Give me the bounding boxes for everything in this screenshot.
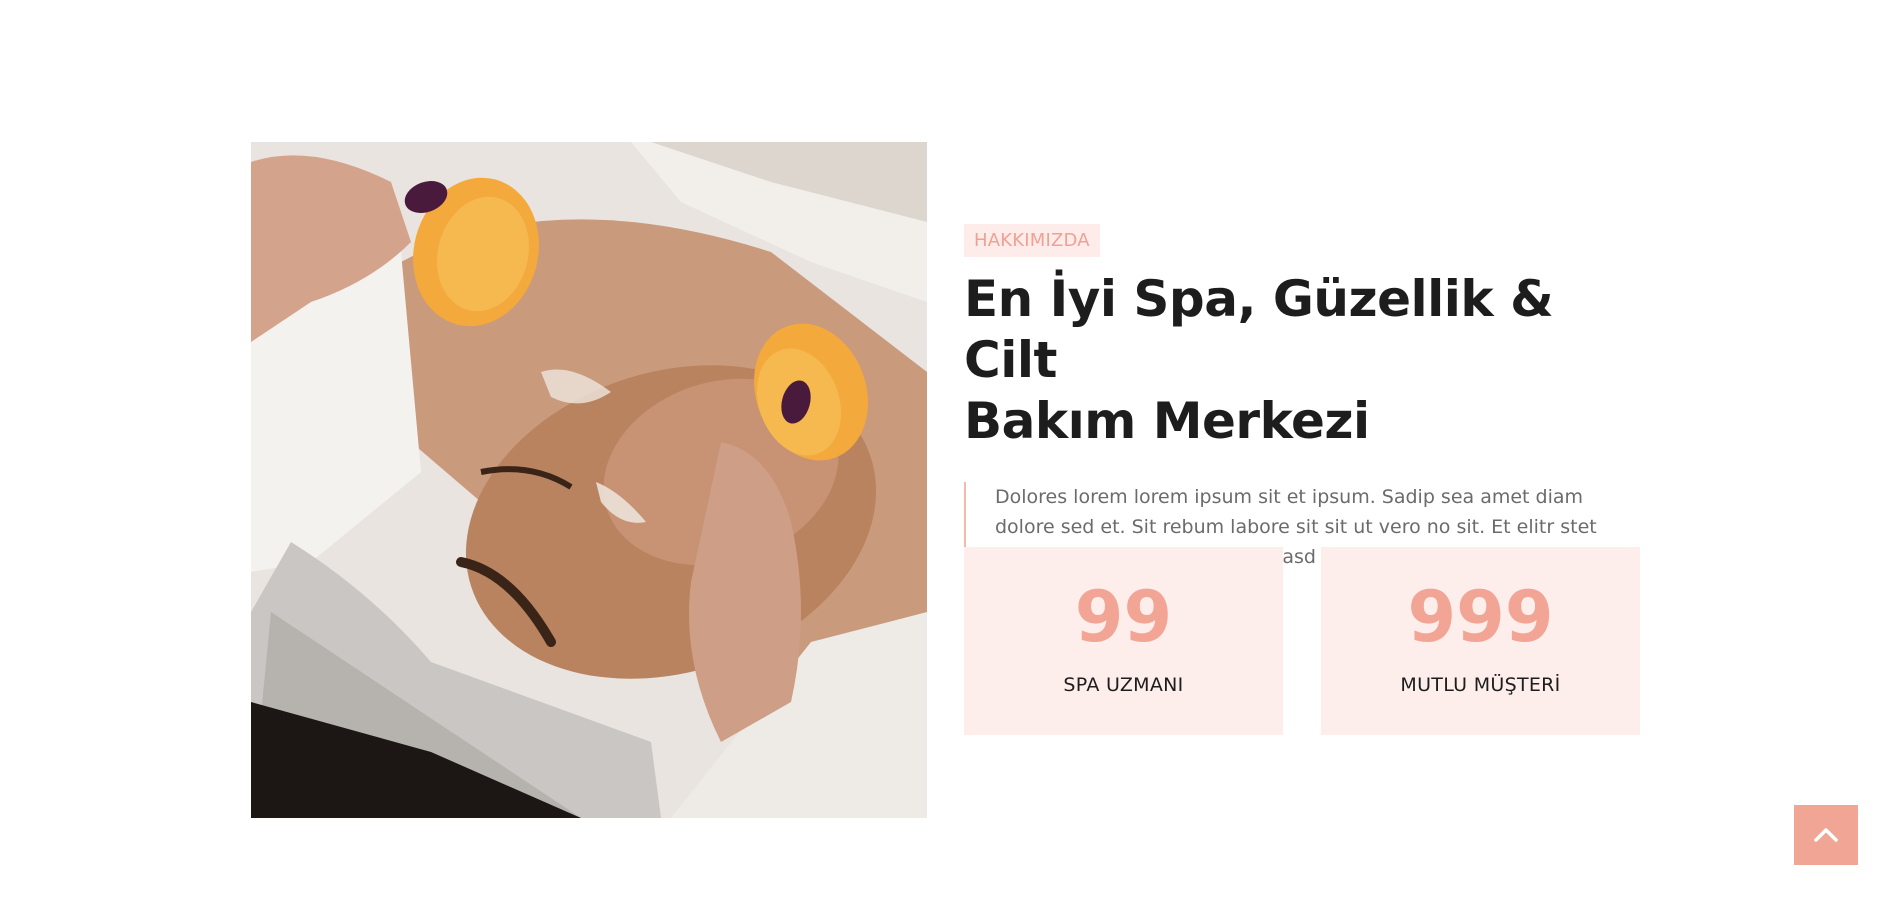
title-line-2: Bakım Merkezi xyxy=(964,392,1370,450)
chevron-up-icon xyxy=(1814,828,1838,842)
back-to-top-button[interactable] xyxy=(1794,805,1858,865)
page-title: En İyi Spa, Güzellik & Cilt Bakım Merkez… xyxy=(964,269,1644,452)
stat-value: 999 xyxy=(1407,576,1554,658)
about-content: HAKKIMIZDA En İyi Spa, Güzellik & Cilt B… xyxy=(964,224,1644,572)
spa-treatment-image xyxy=(251,142,927,818)
stat-value: 99 xyxy=(1074,576,1173,658)
stat-label: MUTLU MÜŞTERİ xyxy=(1400,674,1561,696)
stat-card-happy-customers: 999 MUTLU MÜŞTERİ xyxy=(1321,547,1640,735)
stat-card-spa-experts: 99 SPA UZMANI xyxy=(964,547,1283,735)
section-badge: HAKKIMIZDA xyxy=(964,224,1100,257)
title-line-1: En İyi Spa, Güzellik & Cilt xyxy=(964,270,1554,389)
about-section: HAKKIMIZDA En İyi Spa, Güzellik & Cilt B… xyxy=(0,0,1887,903)
stats-row: 99 SPA UZMANI 999 MUTLU MÜŞTERİ xyxy=(964,547,1640,735)
stat-label: SPA UZMANI xyxy=(1063,674,1184,696)
